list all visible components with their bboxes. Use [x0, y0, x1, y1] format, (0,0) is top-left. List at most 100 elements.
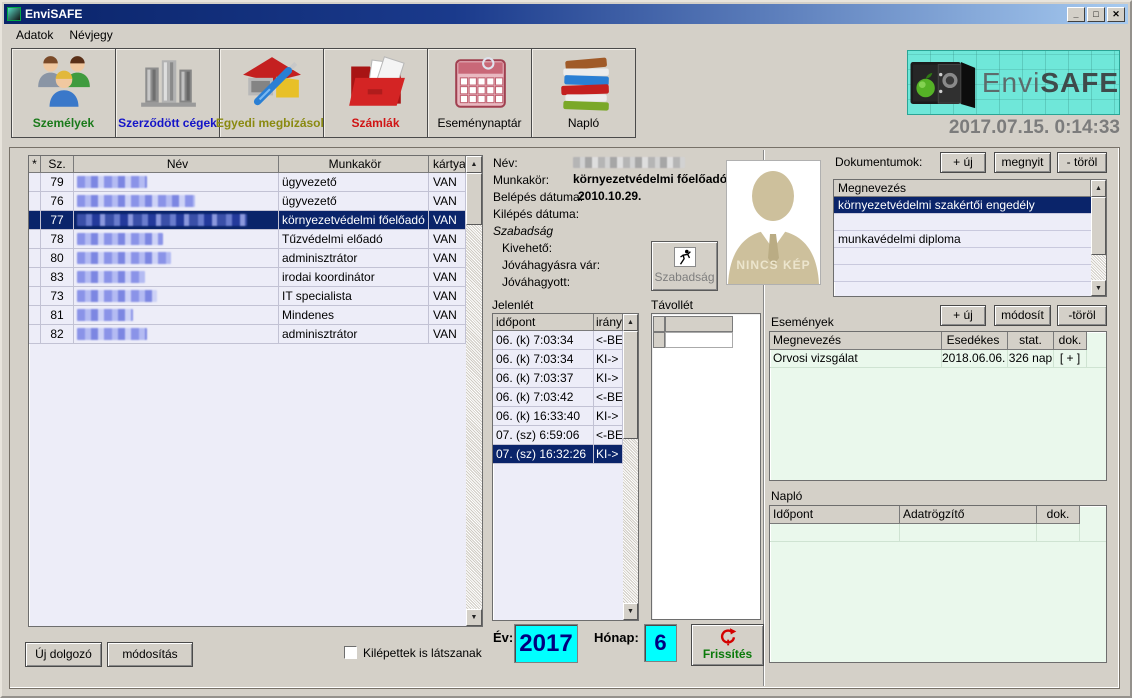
show-leavers-checkbox[interactable] — [344, 646, 357, 659]
employee-row[interactable]: 78Tűzvédelmi előadóVAN — [29, 230, 482, 249]
new-employee-button[interactable]: Új dolgozó — [25, 642, 102, 667]
document-row[interactable] — [834, 265, 1091, 282]
modify-button[interactable]: módosítás — [107, 642, 193, 667]
col-munkakor[interactable]: Munkakör — [279, 156, 429, 173]
cell-munkakor: Mindenes — [279, 306, 429, 324]
toolbar-button-label: Számlák — [351, 116, 399, 130]
attendance-row[interactable]: 06. (k) 7:03:34<-BE — [493, 331, 638, 350]
refresh-button[interactable]: Frissítés — [691, 624, 764, 666]
cell-irany: KI-> — [594, 445, 623, 463]
menu-adatok[interactable]: Adatok — [10, 26, 59, 44]
cell-idopont: 06. (k) 7:03:42 — [493, 388, 594, 406]
cell-kartya: VAN — [429, 287, 466, 305]
documents-list: Megnevezés ▲ környezetvédelmi szakértői … — [833, 179, 1107, 297]
scroll-up-icon[interactable]: ▲ — [466, 156, 482, 173]
scroll-down-icon[interactable]: ▼ — [466, 609, 482, 626]
col-log-idopont[interactable]: Időpont — [770, 506, 900, 524]
maximize-button[interactable]: □ — [1087, 7, 1105, 22]
event-add-button[interactable]: + új — [940, 305, 986, 326]
col-stat[interactable]: stat. — [1008, 332, 1054, 350]
event-row[interactable]: Orvosi vizsgálat2018.06.06.326 nap[ + ] — [770, 350, 1106, 368]
toolbar-button-szamlak[interactable]: Számlák — [323, 48, 428, 138]
minimize-button[interactable]: _ — [1067, 7, 1085, 22]
year-field[interactable]: 2017 — [514, 624, 578, 663]
documents-scrollbar[interactable] — [1091, 197, 1106, 280]
cell-irany: KI-> — [594, 369, 623, 387]
attendance-scroll-thumb[interactable] — [623, 331, 638, 439]
employee-table-header: * Sz. Név Munkakör kártya ▲ — [29, 156, 482, 173]
col-esedekes[interactable]: Esedékes — [942, 332, 1008, 350]
cell-kartya: VAN — [429, 249, 466, 267]
vacation-button[interactable]: Szabadság — [651, 241, 718, 291]
document-add-button[interactable]: + új — [940, 152, 986, 173]
event-modify-button[interactable]: módosít — [994, 305, 1051, 326]
absence-row-cell — [653, 332, 665, 348]
attendance-header: időpont irány ▲ — [493, 314, 638, 331]
attendance-scrollbar[interactable] — [623, 331, 638, 603]
absence-empty-cell — [665, 332, 733, 348]
running-man-icon — [674, 247, 696, 267]
scroll-down-icon[interactable]: ▼ — [1091, 280, 1106, 296]
scroll-up-icon[interactable]: ▲ — [1091, 180, 1106, 197]
scroll-down-icon[interactable]: ▼ — [623, 603, 638, 620]
cell-event-name: Orvosi vizsgálat — [770, 350, 942, 367]
year-label: Év: — [493, 630, 513, 645]
employee-row[interactable]: 77környezetvédelmi főelőadóVAN — [29, 211, 482, 230]
employee-row[interactable]: 80adminisztrátorVAN — [29, 249, 482, 268]
employee-row[interactable]: 76ügyvezetőVAN — [29, 192, 482, 211]
attendance-row[interactable]: 07. (sz) 6:59:06<-BE — [493, 426, 638, 445]
col-irany[interactable]: irány — [594, 314, 623, 331]
col-sz[interactable]: Sz. — [41, 156, 74, 173]
toolbar-button-naplo[interactable]: Napló — [531, 48, 636, 138]
events-title: Események — [771, 315, 834, 329]
close-button[interactable]: ✕ — [1107, 7, 1125, 22]
refresh-icon — [718, 627, 738, 646]
scroll-up-icon[interactable]: ▲ — [623, 314, 638, 331]
attendance-row[interactable]: 06. (k) 7:03:37KI-> — [493, 369, 638, 388]
employee-scroll-thumb[interactable] — [466, 173, 482, 225]
redacted-name — [77, 290, 157, 302]
toolbar-button-megbizasok[interactable]: Egyedi megbízások — [219, 48, 324, 138]
col-star[interactable]: * — [29, 156, 41, 173]
employee-row[interactable]: 81MindenesVAN — [29, 306, 482, 325]
employee-row[interactable]: 82adminisztrátorVAN — [29, 325, 482, 344]
documents-scroll-thumb[interactable] — [1091, 197, 1106, 255]
attendance-row[interactable]: 07. (sz) 16:32:26KI-> — [493, 445, 638, 464]
menu-nevjegy[interactable]: Névjegy — [63, 26, 118, 44]
employee-row[interactable]: 83irodai koordinátorVAN — [29, 268, 482, 287]
employee-row[interactable]: 79ügyvezetőVAN — [29, 173, 482, 192]
col-idopont[interactable]: időpont — [493, 314, 594, 331]
employee-scrollbar[interactable] — [466, 173, 482, 609]
document-row[interactable] — [834, 248, 1091, 265]
document-row[interactable]: munkavédelmi diploma — [834, 231, 1091, 248]
toolbar-button-cegek[interactable]: Szerződött cégek — [115, 48, 220, 138]
month-field[interactable]: 6 — [644, 624, 677, 662]
event-delete-button[interactable]: -töröl — [1057, 305, 1107, 326]
toolbar-button-label: Eseménynaptár — [437, 116, 521, 130]
col-dok[interactable]: dok. — [1054, 332, 1087, 350]
cell-dok[interactable]: [ + ] — [1054, 350, 1087, 367]
document-row[interactable] — [834, 214, 1091, 231]
cell-kartya: VAN — [429, 268, 466, 286]
document-open-button[interactable]: megnyit — [994, 152, 1051, 173]
attendance-row[interactable]: 06. (k) 16:33:40KI-> — [493, 407, 638, 426]
toolbar-button-szemelyek[interactable]: Személyek — [11, 48, 116, 138]
col-nev[interactable]: Név — [74, 156, 279, 173]
col-kartya[interactable]: kártya — [429, 156, 466, 173]
toolbar-button-naptar[interactable]: Eseménynaptár — [427, 48, 532, 138]
employee-row[interactable]: 73IT specialistaVAN — [29, 287, 482, 306]
document-delete-button[interactable]: - töröl — [1057, 152, 1107, 173]
document-row[interactable]: környezetvédelmi szakértői engedély — [834, 197, 1091, 214]
cell-nev — [74, 192, 279, 210]
log-empty-row — [770, 524, 1106, 542]
col-megnevezes[interactable]: Megnevezés — [834, 180, 1091, 197]
cell-star — [29, 211, 41, 229]
attendance-row[interactable]: 06. (k) 7:03:42<-BE — [493, 388, 638, 407]
vacation-pending-label: Jóváhagyásra vár: — [502, 258, 600, 272]
col-adatrogzito[interactable]: Adatrögzítő — [900, 506, 1037, 524]
documents-title: Dokumentumok: — [835, 155, 922, 169]
cell-kartya: VAN — [429, 192, 466, 210]
col-log-dok[interactable]: dok. — [1037, 506, 1080, 524]
attendance-row[interactable]: 06. (k) 7:03:34KI-> — [493, 350, 638, 369]
col-event-megnevezes[interactable]: Megnevezés — [770, 332, 942, 350]
